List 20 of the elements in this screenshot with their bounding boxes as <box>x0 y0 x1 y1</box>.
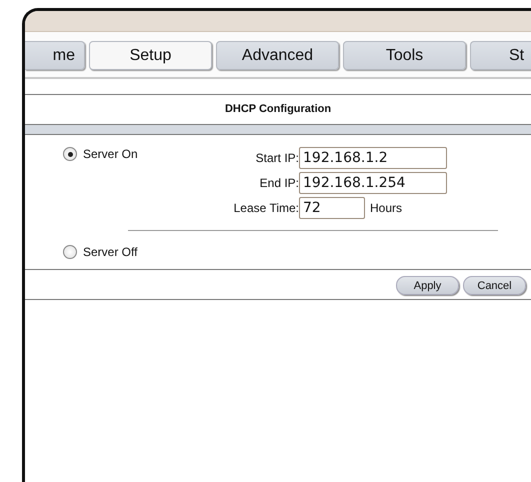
field-label: Lease Time: <box>232 201 299 215</box>
field-label: Start IP: <box>254 151 299 165</box>
nav-tab[interactable]: St <box>470 41 531 70</box>
radio-icon[interactable] <box>63 245 77 259</box>
input-field[interactable]: 192.168.1.2 <box>299 147 447 169</box>
radio-option[interactable]: Server Off <box>63 245 193 259</box>
field-label: End IP: <box>258 176 299 190</box>
input-field[interactable]: 192.168.1.254 <box>299 172 447 194</box>
cancel-button[interactable]: Cancel <box>463 276 526 295</box>
nav-tab[interactable]: Advanced <box>216 41 339 70</box>
nav-tab[interactable]: me <box>25 41 85 70</box>
radio-option[interactable]: Server On <box>63 147 193 161</box>
radio-label: Server Off <box>83 245 138 259</box>
input-field[interactable]: 72 <box>299 197 365 219</box>
radio-label: Server On <box>83 147 138 161</box>
nav-tab[interactable]: Setup <box>89 41 212 70</box>
nav-tab[interactable]: Tools <box>343 41 466 70</box>
apply-button[interactable]: Apply <box>396 276 459 295</box>
unit-label: Hours <box>370 201 402 215</box>
radio-icon[interactable] <box>63 147 77 161</box>
